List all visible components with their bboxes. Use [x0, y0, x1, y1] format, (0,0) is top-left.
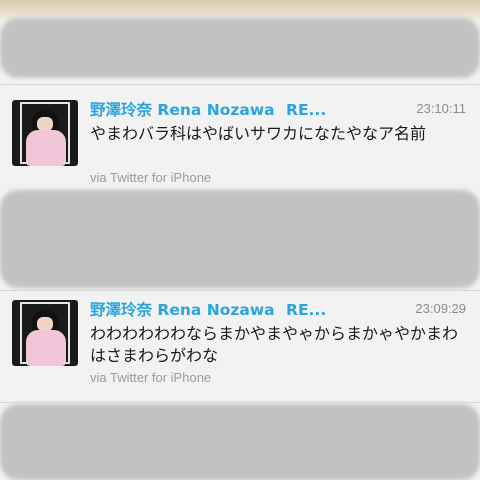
tweet-time: 23:10:11 [416, 101, 466, 116]
divider [0, 84, 480, 85]
tweet-source: via Twitter for iPhone [90, 170, 212, 185]
author-name-text: 野澤玲奈 Rena Nozawa [90, 301, 275, 319]
avatar[interactable] [12, 300, 78, 366]
avatar-dress [26, 130, 66, 166]
redaction-scribble-bottom [0, 404, 480, 480]
avatar-face [37, 317, 53, 331]
redaction-scribble-middle [0, 190, 480, 288]
tweet-1[interactable]: 野澤玲奈 Rena Nozawa RE... 23:10:11 やまわバラ科はや… [0, 92, 480, 202]
author-name[interactable]: 野澤玲奈 Rena Nozawa RE... [90, 298, 326, 320]
author-name-truncated: RE... [286, 101, 327, 119]
author-name-text: 野澤玲奈 Rena Nozawa [90, 101, 275, 119]
tweet-source: via Twitter for iPhone [90, 370, 212, 385]
author-name-truncated: RE... [286, 301, 327, 319]
tweet-time: 23:09:29 [415, 301, 466, 316]
divider [0, 290, 480, 291]
tweet-text: やまわバラ科はやばいサワカになたやなア名前 [90, 124, 427, 143]
tweet-2[interactable]: 野澤玲奈 Rena Nozawa RE... 23:09:29 わわわわわわなら… [0, 292, 480, 402]
avatar-dress [26, 330, 66, 366]
avatar[interactable] [12, 100, 78, 166]
redaction-scribble-top [0, 18, 480, 78]
author-name[interactable]: 野澤玲奈 Rena Nozawa RE... [90, 98, 326, 120]
avatar-face [37, 117, 53, 131]
tweet-text: わわわわわわならまかやまやゃからまかゃやかまわはさまわらがわな [90, 324, 459, 365]
divider [0, 402, 480, 403]
